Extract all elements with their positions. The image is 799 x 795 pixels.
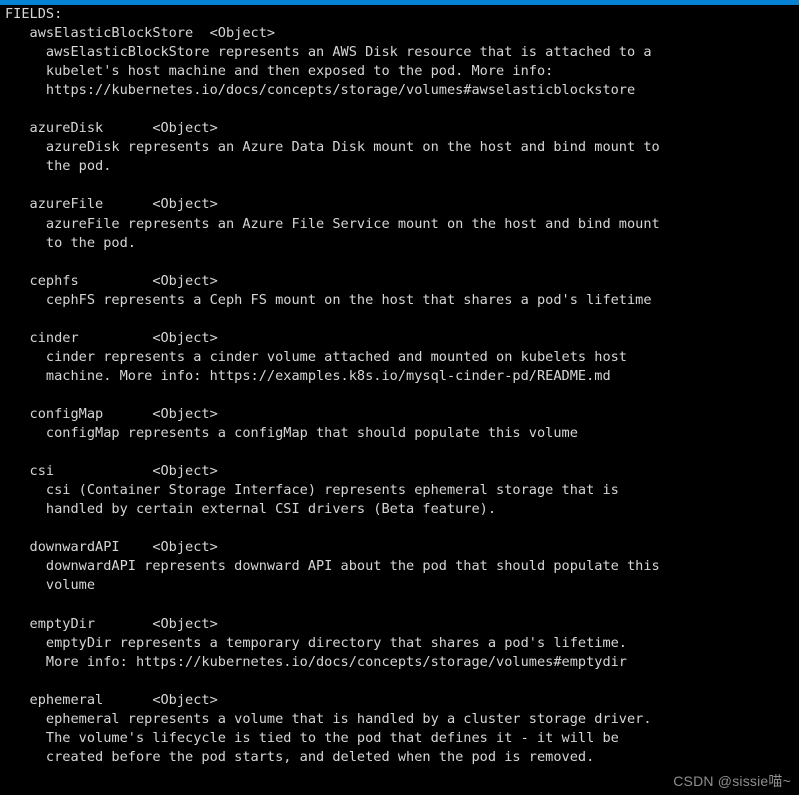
terminal-line: the pod.	[5, 158, 112, 175]
terminal-output[interactable]: FIELDS: awsElasticBlockStore <Object> aw…	[0, 5, 799, 767]
terminal-line: ephemeral represents a volume that is ha…	[5, 710, 652, 727]
terminal-line: handled by certain external CSI drivers …	[5, 501, 497, 518]
terminal-line: downwardAPI represents downward API abou…	[5, 558, 660, 575]
terminal-line: downwardAPI <Object>	[5, 539, 218, 556]
terminal-line: azureDisk <Object>	[5, 120, 218, 137]
terminal-line: machine. More info: https://examples.k8s…	[5, 367, 611, 384]
terminal-line: csi (Container Storage Interface) repres…	[5, 482, 619, 499]
terminal-line: azureDisk represents an Azure Data Disk …	[5, 139, 660, 156]
terminal-line: ephemeral <Object>	[5, 691, 218, 708]
terminal-line: cephfs <Object>	[5, 272, 218, 289]
terminal-line: kubelet's host machine and then exposed …	[5, 63, 554, 80]
csdn-watermark: CSDN @sissie喵~	[673, 773, 791, 789]
terminal-line: cephFS represents a Ceph FS mount on the…	[5, 291, 652, 308]
terminal-line: azureFile <Object>	[5, 196, 218, 213]
terminal-line: https://kubernetes.io/docs/concepts/stor…	[5, 82, 636, 99]
terminal-line: to the pod.	[5, 234, 136, 251]
terminal-line: configMap <Object>	[5, 405, 218, 422]
terminal-line: volume	[5, 577, 96, 594]
terminal-line: awsElasticBlockStore <Object>	[5, 25, 276, 42]
terminal-line: azureFile represents an Azure File Servi…	[5, 215, 660, 232]
terminal-line: FIELDS:	[5, 6, 63, 22]
terminal-window: FIELDS: awsElasticBlockStore <Object> aw…	[0, 0, 799, 795]
terminal-line: The volume's lifecycle is tied to the po…	[5, 729, 619, 746]
terminal-line: emptyDir <Object>	[5, 615, 218, 632]
terminal-line: created before the pod starts, and delet…	[5, 748, 595, 765]
terminal-line: csi <Object>	[5, 463, 218, 480]
terminal-line: configMap represents a configMap that sh…	[5, 425, 578, 442]
terminal-line: emptyDir represents a temporary director…	[5, 634, 627, 651]
terminal-line: awsElasticBlockStore represents an AWS D…	[5, 44, 652, 61]
terminal-line: cinder <Object>	[5, 329, 218, 346]
terminal-line: cinder represents a cinder volume attach…	[5, 348, 627, 365]
terminal-line: More info: https://kubernetes.io/docs/co…	[5, 653, 627, 670]
